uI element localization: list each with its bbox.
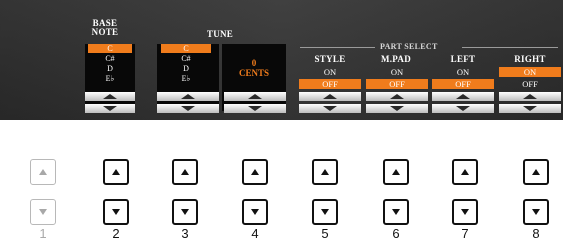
triangle-up-icon [392,169,400,175]
triangle-up-icon [103,94,117,99]
triangle-up-icon [251,169,259,175]
triangle-up-icon [321,169,329,175]
right-header: RIGHT [514,54,546,64]
panel-down-button-7[interactable] [452,199,478,225]
triangle-up-icon [461,169,469,175]
panel-up-button-7[interactable] [452,159,478,185]
lcd-down-button-8[interactable] [499,104,561,113]
mpad-on[interactable]: ON [366,67,428,77]
lcd-up-button-6[interactable] [366,92,428,101]
panel-down-button-3[interactable] [172,199,198,225]
lcd-up-button-8[interactable] [499,92,561,101]
triangle-down-icon [456,106,470,111]
triangle-down-icon [181,106,195,111]
button-number-1: 1 [39,226,47,241]
panel-down-button-1[interactable] [30,199,56,225]
button-number-7: 7 [461,226,469,241]
triangle-up-icon [112,169,120,175]
triangle-up-icon [523,94,537,99]
lcd-down-button-6[interactable] [366,104,428,113]
triangle-down-icon [39,209,47,215]
triangle-down-icon [248,106,262,111]
triangle-up-icon [456,94,470,99]
left-on[interactable]: ON [432,67,494,77]
triangle-down-icon [251,209,259,215]
triangle-down-icon [181,209,189,215]
button-number-4: 4 [251,226,259,241]
list-item[interactable]: D [88,64,132,73]
style-header: STYLE [314,54,346,64]
lcd-down-button-3[interactable] [157,104,219,113]
list-item[interactable]: C# [161,54,211,63]
button-number-8: 8 [532,226,540,241]
button-number-3: 3 [181,226,189,241]
panel-up-button-1[interactable] [30,159,56,185]
tune-unit: CENTS [238,68,269,78]
tune-value: 0 [251,58,257,68]
triangle-up-icon [390,94,404,99]
lcd-down-button-7[interactable] [432,104,494,113]
list-item[interactable]: E♭ [88,74,132,83]
panel-down-button-4[interactable] [242,199,268,225]
triangle-up-icon [323,94,337,99]
triangle-down-icon [321,209,329,215]
left-header: LEFT [450,54,476,64]
lcd-up-button-2[interactable] [85,92,135,101]
list-item[interactable]: C# [88,54,132,63]
list-item[interactable]: C [161,44,211,53]
panel-up-button-4[interactable] [242,159,268,185]
panel-down-button-6[interactable] [383,199,409,225]
triangle-down-icon [390,106,404,111]
panel-down-button-2[interactable] [103,199,129,225]
right-off[interactable]: OFF [499,79,561,89]
list-item[interactable]: E♭ [161,74,211,83]
triangle-up-icon [39,169,47,175]
base-note-header-line2: NOTE [91,27,119,37]
part-select-line-right [462,47,558,48]
lcd-up-button-3[interactable] [157,92,219,101]
panel-up-button-5[interactable] [312,159,338,185]
triangle-down-icon [103,106,117,111]
panel-down-button-5[interactable] [312,199,338,225]
lcd-screen: BASE NOTE TUNE C C# D E♭ C C# D E♭ 0 CEN… [0,0,563,120]
triangle-down-icon [461,209,469,215]
triangle-up-icon [181,94,195,99]
triangle-up-icon [532,169,540,175]
triangle-down-icon [523,106,537,111]
triangle-up-icon [248,94,262,99]
button-number-2: 2 [112,226,120,241]
triangle-down-icon [532,209,540,215]
panel-down-button-8[interactable] [523,199,549,225]
panel-up-button-2[interactable] [103,159,129,185]
triangle-down-icon [323,106,337,111]
button-number-5: 5 [321,226,329,241]
lcd-down-button-2[interactable] [85,104,135,113]
tune-header: TUNE [206,29,234,39]
part-select-label: PART SELECT [380,42,438,51]
right-on[interactable]: ON [499,67,561,77]
button-number-6: 6 [392,226,400,241]
list-item[interactable]: C [88,44,132,53]
triangle-down-icon [112,209,120,215]
panel-up-button-3[interactable] [172,159,198,185]
left-off[interactable]: OFF [432,79,494,89]
lcd-up-button-5[interactable] [299,92,361,101]
mpad-off[interactable]: OFF [366,79,428,89]
part-select-line-left [300,47,375,48]
panel-up-button-6[interactable] [383,159,409,185]
triangle-up-icon [181,169,189,175]
base-note-header: BASE NOTE [80,19,130,37]
triangle-down-icon [392,209,400,215]
style-off[interactable]: OFF [299,79,361,89]
lcd-up-button-4[interactable] [224,92,286,101]
lcd-down-button-5[interactable] [299,104,361,113]
lcd-down-button-4[interactable] [224,104,286,113]
style-on[interactable]: ON [299,67,361,77]
panel-up-button-8[interactable] [523,159,549,185]
lcd-up-button-7[interactable] [432,92,494,101]
mpad-header: M.PAD [380,54,412,64]
list-item[interactable]: D [161,64,211,73]
